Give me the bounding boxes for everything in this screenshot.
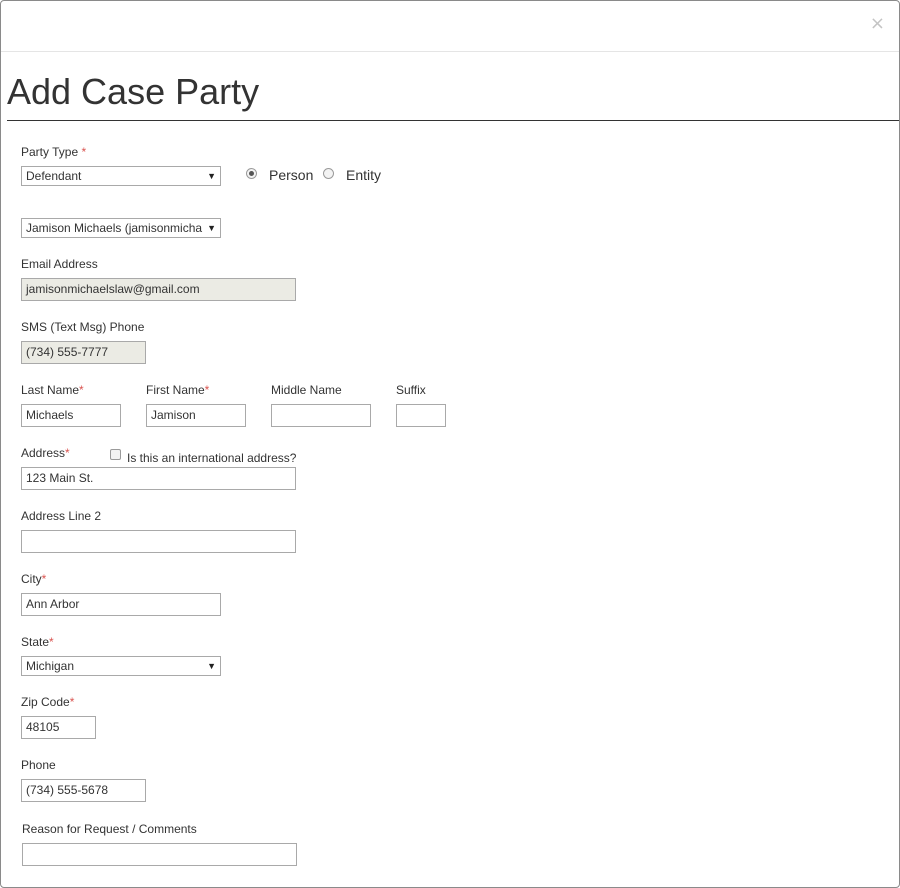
city-label: City* [21,572,46,586]
email-label: Email Address [21,257,98,271]
comments-input[interactable] [22,843,297,866]
first-name-input[interactable]: Jamison [146,404,246,427]
party-type-label: Party Type * [21,145,86,159]
address-label: Address* [21,446,70,460]
person-radio[interactable] [246,168,257,179]
required-mark: * [49,635,54,649]
party-type-selected: Defendant [26,169,82,183]
add-case-party-dialog: × Add Case Party Party Type * Defendant … [0,0,900,888]
state-label: State* [21,635,54,649]
chevron-down-icon: ▼ [207,223,216,233]
sms-phone-label: SMS (Text Msg) Phone [21,320,145,334]
state-label-text: State [21,635,50,649]
first-name-label: First Name* [146,383,209,397]
middle-name-label: Middle Name [271,383,342,397]
entity-radio-label: Entity [346,167,382,183]
international-address-label: Is this an international address? [127,451,297,465]
address-line2-label: Address Line 2 [21,509,102,523]
dialog-header: × [1,1,899,52]
address-input[interactable]: 123 Main St. [21,467,296,490]
state-select[interactable]: Michigan ▼ [21,656,221,676]
zip-code-label: Zip Code* [21,695,74,709]
required-mark: * [69,695,75,709]
suffix-label: Suffix [396,383,426,397]
party-type-select[interactable]: Defendant ▼ [21,166,221,186]
phone-input[interactable]: (734) 555-5678 [21,779,146,802]
comments-label: Reason for Request / Comments [22,822,197,836]
required-mark: * [79,383,84,397]
person-radio-label: Person [269,167,314,183]
city-input[interactable]: Ann Arbor [21,593,221,616]
address-label-text: Address [21,446,66,460]
party-type-label-text: Party Type [21,145,79,159]
close-icon[interactable]: × [870,15,885,33]
required-mark: * [41,572,47,586]
required-mark: * [81,145,87,159]
entity-radio[interactable] [323,168,334,179]
required-mark: * [65,446,70,460]
title-divider [7,120,899,121]
phone-label: Phone [21,758,56,772]
first-name-label-text: First Name [146,383,205,397]
suffix-input[interactable] [396,404,446,427]
zip-code-label-text: Zip Code [21,695,70,709]
sms-phone-field[interactable]: (734) 555-7777 [21,341,146,364]
party-user-select[interactable]: Jamison Michaels (jamisonmicha ▼ [21,218,221,238]
state-selected: Michigan [26,659,75,673]
chevron-down-icon: ▼ [207,171,216,181]
chevron-down-icon: ▼ [207,661,216,671]
email-field[interactable]: jamisonmichaelslaw@gmail.com [21,278,296,301]
city-label-text: City [21,572,42,586]
address-line2-input[interactable] [21,530,296,553]
zip-code-input[interactable]: 48105 [21,716,96,739]
international-address-checkbox[interactable] [110,449,121,460]
party-user-selected: Jamison Michaels (jamisonmicha [26,221,203,235]
required-mark: * [204,383,210,397]
last-name-input[interactable]: Michaels [21,404,121,427]
last-name-label-text: Last Name [21,383,80,397]
page-title: Add Case Party [7,71,260,112]
last-name-label: Last Name* [21,383,84,397]
middle-name-input[interactable] [271,404,371,427]
